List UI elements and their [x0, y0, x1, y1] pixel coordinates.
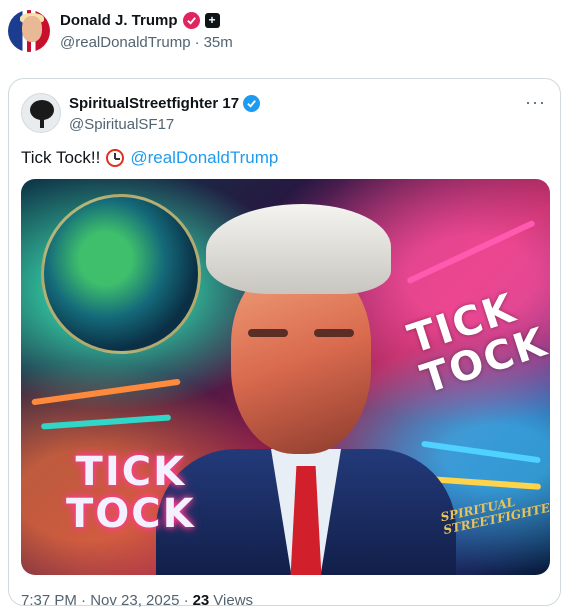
post-text: Tick Tock!! @realDonaldTrump [21, 148, 278, 168]
author-handle-row: @realDonaldTrump · 35m [60, 34, 233, 51]
mention-link[interactable]: @realDonaldTrump [130, 148, 278, 168]
quoted-author-handle[interactable]: @SpiritualSF17 [69, 116, 174, 133]
portrait-figure [156, 204, 456, 575]
post-timestamp-row: 7:37 PM · Nov 23, 2025 · 23 Views [21, 592, 253, 609]
more-icon[interactable]: ··· [525, 93, 546, 111]
views-count: 23 [192, 592, 210, 609]
post-timestamp[interactable]: 7:37 PM · Nov 23, 2025 · [21, 592, 189, 609]
author-row: Donald J. Trump + [60, 10, 220, 30]
quoted-avatar[interactable] [21, 93, 61, 133]
verified-badge-icon[interactable] [182, 11, 200, 29]
separator: · [194, 34, 200, 51]
post-time[interactable]: 35m [204, 34, 233, 51]
author-name[interactable]: Donald J. Trump [60, 12, 178, 29]
outer-post-header: Donald J. Trump + @realDonaldTrump · 35m [8, 8, 561, 58]
views-label: Views [213, 592, 254, 609]
avatar[interactable] [8, 10, 50, 52]
spiritual-streetfighter-logo: SPIRITUAL STREETFIGHTER [439, 494, 550, 538]
alarm-clock-emoji-icon [106, 149, 125, 167]
quoted-author-row: SpiritualStreetfighter 17 [69, 95, 261, 112]
quoted-author-name[interactable]: SpiritualStreetfighter 17 [69, 95, 239, 112]
tick-tock-text-left: TICK TOCK [66, 449, 196, 537]
author-handle[interactable]: @realDonaldTrump [60, 34, 191, 51]
post-image[interactable]: TICK TOCK TICK TOCK SPIRITUAL STREETFIGH… [21, 179, 550, 575]
quoted-post-card[interactable]: SpiritualStreetfighter 17 @SpiritualSF17… [8, 78, 561, 609]
affiliate-badge-icon[interactable]: + [204, 12, 220, 28]
tick-tock-text-right: TICK TOCK [402, 285, 550, 403]
verified-badge-icon[interactable] [243, 95, 261, 112]
globe-clock-graphic [41, 194, 201, 354]
post-text-body: Tick Tock!! [21, 148, 101, 167]
